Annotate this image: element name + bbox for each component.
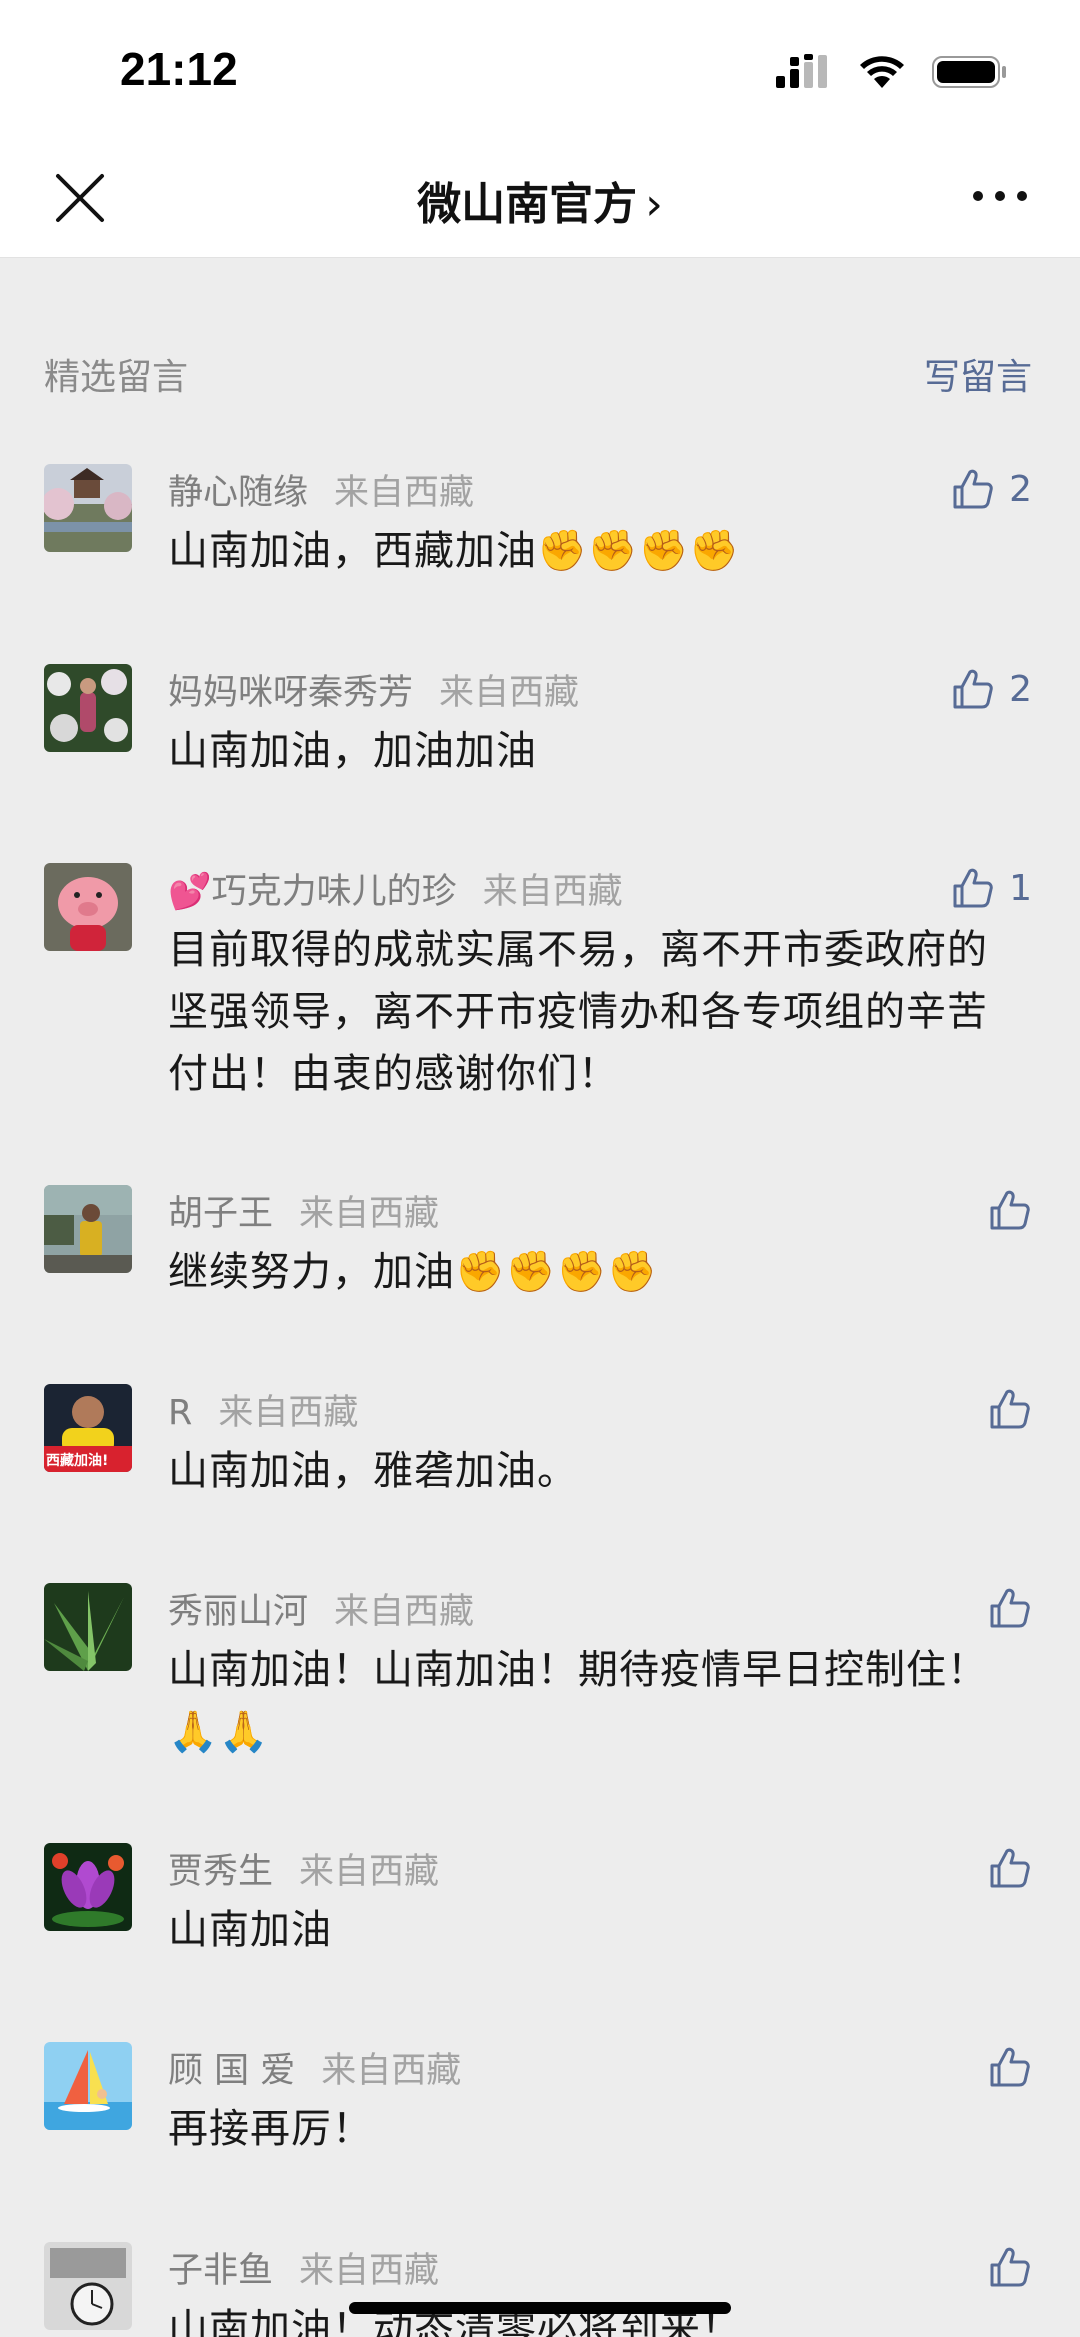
thumbs-up-icon <box>951 467 995 511</box>
thumbs-up-icon <box>951 866 995 910</box>
comment-text: 再接再厉！ <box>168 2106 373 2152</box>
like-button[interactable] <box>988 1843 1032 1893</box>
thumbs-up-icon <box>988 2045 1032 2089</box>
comment-item: 💕巧克力味儿的珍 来自西藏 1 目前取得的成就实属不易，离不开市委政府的坚强领导，… <box>0 863 1080 1103</box>
thumbs-up-icon <box>988 1586 1032 1630</box>
comment-meta: 💕巧克力味儿的珍 来自西藏 <box>168 863 623 913</box>
comment-meta: 静心随缘 来自西藏 <box>168 464 474 514</box>
comment-item: 妈妈咪呀秦秀芳 来自西藏 2 山南加油，加油加油 <box>0 664 1080 804</box>
like-button[interactable]: 2 <box>951 664 1032 714</box>
comment-meta: 子非鱼 来自西藏 <box>168 2242 439 2292</box>
featured-comments-title: 精选留言 <box>44 357 189 398</box>
home-indicator[interactable] <box>349 2302 731 2314</box>
like-count: 2 <box>1009 468 1032 510</box>
comments-header: 精选留言 写留言 <box>0 340 1080 400</box>
thumbs-up-icon <box>988 1387 1032 1431</box>
chevron-right-icon: › <box>645 179 663 230</box>
thumbs-up-icon <box>988 1846 1032 1890</box>
comment-item: 顾 国 爱来自西藏 再接再厉！ <box>0 2042 1080 2182</box>
comment-item: 静心随缘 来自西藏 2 山南加油，西藏加油✊✊✊✊ <box>0 464 1080 604</box>
like-button[interactable] <box>988 1185 1032 1235</box>
comment-location: 来自西藏 <box>218 1393 359 1433</box>
comment-text: 山南加油 <box>168 1907 332 1953</box>
thumbs-up-icon <box>951 667 995 711</box>
comment-meta: 胡子王 来自西藏 <box>168 1185 439 1235</box>
comment-location: 来自西藏 <box>299 1194 440 1234</box>
more-icon[interactable] <box>970 178 1030 214</box>
comment-item: 胡子王 来自西藏 继续努力，加油✊✊✊✊ <box>0 1185 1080 1325</box>
lotus-avatar[interactable] <box>44 1843 132 1931</box>
battery-icon <box>932 56 1006 88</box>
comment-location: 来自西藏 <box>334 473 475 513</box>
thumbs-up-icon <box>988 2245 1032 2289</box>
landscape-avatar[interactable] <box>44 464 132 552</box>
comment-location: 来自西藏 <box>299 2251 440 2291</box>
wifi-icon <box>860 56 904 88</box>
like-button[interactable]: 2 <box>951 464 1032 514</box>
commenter-name: 💕巧克力味儿的珍 <box>168 872 457 912</box>
status-icons <box>776 52 1008 92</box>
comment-location: 来自西藏 <box>439 673 580 713</box>
comment-text: 山南加油，加油加油 <box>168 728 537 774</box>
status-bar: 21:12 <box>0 0 1080 140</box>
like-button[interactable] <box>988 2042 1032 2092</box>
comment-text: 山南加油，雅砻加油。 <box>168 1448 578 1494</box>
like-button[interactable]: 1 <box>951 863 1032 913</box>
commenter-name: 妈妈咪呀秦秀芳 <box>168 673 414 713</box>
comment-text: 目前取得的成就实属不易，离不开市委政府的坚强领导，离不开市疫情办和各专项组的辛苦… <box>168 927 988 1097</box>
commenter-name: 顾 国 爱 <box>168 2051 296 2091</box>
pink-pig-avatar[interactable] <box>44 863 132 951</box>
commenter-name: R <box>168 1393 193 1433</box>
commenter-name: 静心随缘 <box>168 473 309 513</box>
like-button[interactable] <box>988 1583 1032 1633</box>
comment-location: 来自西藏 <box>334 1592 475 1632</box>
comment-location: 来自西藏 <box>482 872 623 912</box>
windsurf-avatar[interactable] <box>44 2042 132 2130</box>
like-button[interactable] <box>988 1384 1032 1434</box>
comment-text: 山南加油！山南加油！期待疫情早日控制住！🙏🙏 <box>168 1647 988 1755</box>
person-outdoor-avatar[interactable] <box>44 1185 132 1273</box>
comment-text: 继续努力，加油✊✊✊✊ <box>168 1249 659 1295</box>
thumbs-up-icon <box>988 1188 1032 1232</box>
commenter-name: 贾秀生 <box>168 1852 274 1892</box>
comment-item: 西藏加油! R 来自西藏 山南加油，雅砻加油。 <box>0 1384 1080 1524</box>
avatar-caption: 西藏加油! <box>46 1453 109 1469</box>
comment-meta: 贾秀生 来自西藏 <box>168 1843 439 1893</box>
commenter-name: 子非鱼 <box>168 2251 274 2291</box>
flowers-avatar[interactable] <box>44 664 132 752</box>
comment-text: 山南加油，西藏加油✊✊✊✊ <box>168 528 741 574</box>
plant-avatar[interactable] <box>44 1583 132 1671</box>
comment-location: 来自西藏 <box>299 1852 440 1892</box>
comment-item: 秀丽山河 来自西藏 山南加油！山南加油！期待疫情早日控制住！🙏🙏 <box>0 1583 1080 1783</box>
comment-meta: R 来自西藏 <box>168 1384 358 1434</box>
nav-bar: 微山南官方 › <box>0 140 1080 258</box>
comment-item: 子非鱼 来自西藏 山南加油！动态清零必将到来！ <box>0 2242 1080 2337</box>
account-name: 微山南官方 <box>417 179 638 230</box>
comment-location: 来自西藏 <box>321 2051 462 2091</box>
comment-meta: 顾 国 爱来自西藏 <box>168 2042 461 2092</box>
account-title[interactable]: 微山南官方 › <box>0 168 1080 232</box>
like-count: 1 <box>1009 867 1032 909</box>
comment-item: 贾秀生 来自西藏 山南加油 <box>0 1843 1080 1983</box>
signal-icon <box>776 54 827 88</box>
like-count: 2 <box>1009 668 1032 710</box>
like-button[interactable] <box>988 2242 1032 2292</box>
watch-avatar[interactable] <box>44 2242 132 2330</box>
comment-meta: 妈妈咪呀秦秀芳 来自西藏 <box>168 664 579 714</box>
commenter-name: 胡子王 <box>168 1194 274 1234</box>
comment-meta: 秀丽山河 来自西藏 <box>168 1583 474 1633</box>
football-avatar[interactable]: 西藏加油! <box>44 1384 132 1472</box>
write-comment-link[interactable]: 写留言 <box>924 348 1032 400</box>
commenter-name: 秀丽山河 <box>168 1592 309 1632</box>
status-time: 21:12 <box>120 43 238 95</box>
